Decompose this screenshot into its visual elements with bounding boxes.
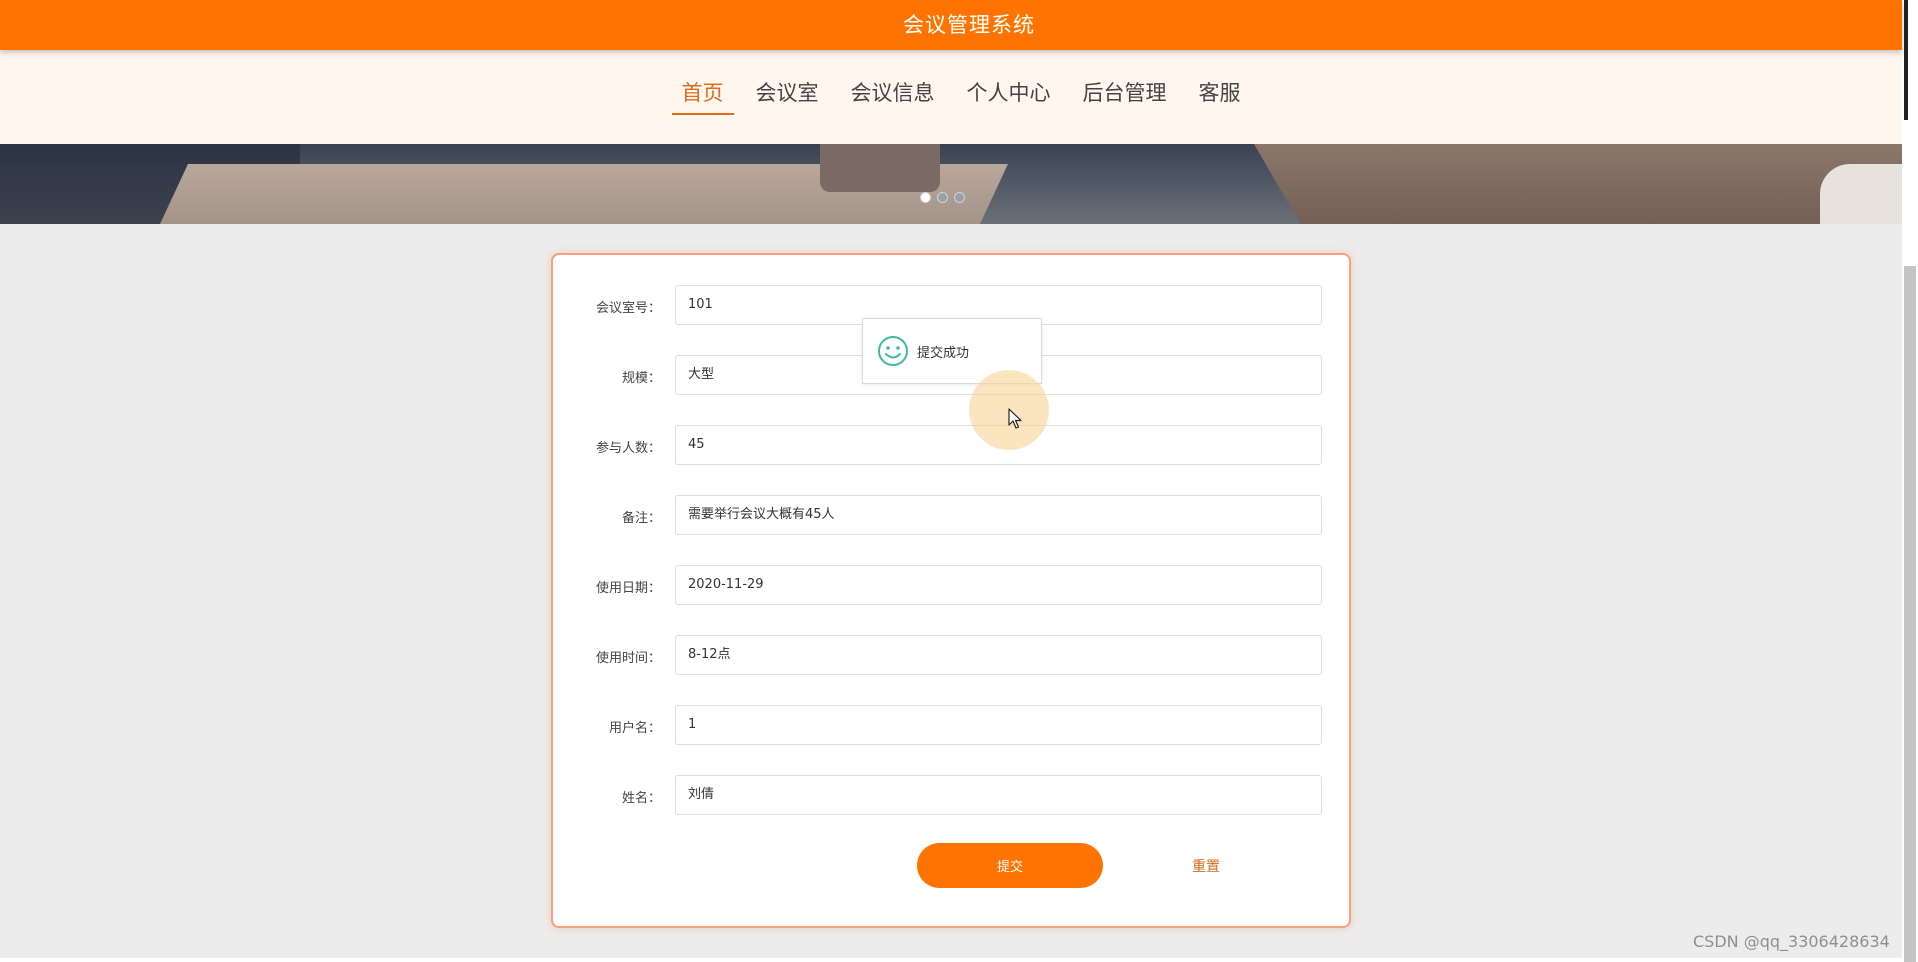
carousel-banner[interactable] (0, 144, 1902, 224)
submit-button[interactable]: 提交 (917, 843, 1103, 888)
watermark: CSDN @qq_3306428634 (1693, 932, 1890, 951)
banner-desk-right (1248, 144, 1902, 224)
top-header-bar: 会议管理系统 (0, 0, 1902, 50)
reset-button[interactable]: 重置 (1151, 843, 1261, 888)
form-row-usage-time: 使用时间： 8-12点 (553, 635, 1353, 675)
participants-label: 参与人数： (595, 441, 661, 456)
nav-item-personal-center[interactable]: 个人中心 (957, 77, 1061, 115)
remarks-field[interactable]: 需要举行会议大概有45人 (675, 495, 1322, 535)
remarks-label: 备注： (621, 511, 661, 526)
smile-icon (878, 336, 908, 366)
usage-date-field[interactable]: 2020-11-29 (675, 565, 1322, 605)
form-row-username: 用户名： 1 (553, 705, 1353, 745)
main-nav: 首页 会议室 会议信息 个人中心 后台管理 客服 (0, 50, 1902, 144)
form-row-participants: 参与人数： 45 (553, 425, 1353, 465)
usage-date-label: 使用日期： (595, 581, 661, 596)
banner-chair-right (1820, 164, 1902, 224)
carousel-dot-3[interactable] (954, 192, 965, 203)
nav-item-admin[interactable]: 后台管理 (1073, 77, 1177, 115)
app-title: 会议管理系统 (903, 13, 1035, 37)
nav-item-meeting-room[interactable]: 会议室 (746, 77, 829, 115)
name-label: 姓名： (621, 791, 661, 806)
nav-item-home[interactable]: 首页 (671, 77, 734, 115)
scrollbar-edge (1904, 0, 1908, 120)
usage-time-field[interactable]: 8-12点 (675, 635, 1322, 675)
nav-item-customer-service[interactable]: 客服 (1189, 77, 1251, 115)
toast-message: 提交成功 (917, 345, 970, 361)
username-label: 用户名： (608, 721, 661, 736)
form-row-name: 姓名： 刘倩 (553, 775, 1353, 815)
usage-time-label: 使用时间： (595, 651, 661, 666)
carousel-dot-1[interactable] (920, 192, 931, 203)
bottom-strip (0, 958, 1902, 962)
nav-item-meeting-info[interactable]: 会议信息 (841, 77, 945, 115)
scale-label: 规模： (621, 371, 661, 386)
name-field[interactable]: 刘倩 (675, 775, 1322, 815)
room-number-label: 会议室号： (595, 301, 661, 316)
form-row-remarks: 备注： 需要举行会议大概有45人 (553, 495, 1353, 535)
form-row-usage-date: 使用日期： 2020-11-29 (553, 565, 1353, 605)
scrollbar-thumb[interactable] (1904, 266, 1916, 962)
username-field[interactable]: 1 (675, 705, 1322, 745)
banner-chair (820, 144, 940, 192)
carousel-dot-2[interactable] (937, 192, 948, 203)
carousel-indicators (920, 192, 965, 203)
mouse-cursor-icon (1008, 408, 1022, 429)
